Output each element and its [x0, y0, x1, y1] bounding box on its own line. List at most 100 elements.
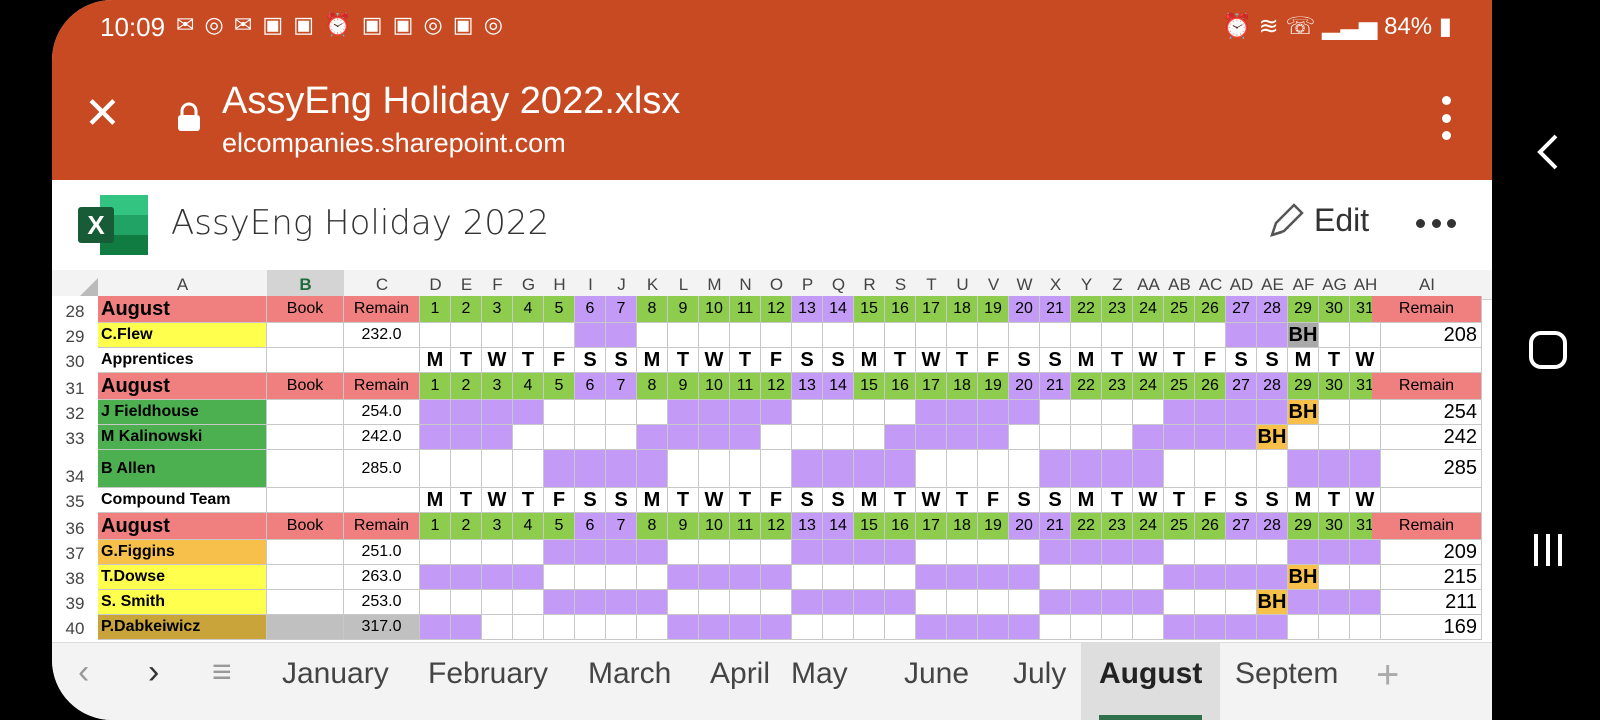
day-cell[interactable]	[1226, 425, 1257, 450]
day-number[interactable]: 8	[637, 296, 668, 323]
day-cell[interactable]	[1102, 400, 1133, 425]
spreadsheet-grid[interactable]: A B C D E F G H I J K L M N O P Q R S T U V W X Y Z AA AB AC AD AE AF AG…	[52, 270, 1492, 642]
person-name[interactable]: P.Dabkeiwicz	[98, 615, 267, 640]
day-cell[interactable]	[699, 400, 730, 425]
more-options-icon[interactable]	[1436, 96, 1456, 140]
day-cell[interactable]	[1040, 400, 1071, 425]
day-cell[interactable]	[761, 450, 792, 488]
day-cell[interactable]	[544, 540, 575, 565]
day-cell[interactable]	[1226, 540, 1257, 565]
day-cell[interactable]	[947, 590, 978, 615]
remain-value[interactable]: 253.0	[344, 590, 420, 615]
day-cell[interactable]	[606, 425, 637, 450]
day-cell[interactable]	[1009, 323, 1040, 348]
day-cell[interactable]	[699, 450, 730, 488]
month-label[interactable]: August	[98, 296, 267, 323]
day-cell[interactable]	[513, 450, 544, 488]
day-cell[interactable]	[668, 615, 699, 640]
row-number[interactable]: 39	[52, 590, 98, 615]
day-cell[interactable]	[916, 590, 947, 615]
day-number[interactable]: 23	[1102, 296, 1133, 323]
day-cell[interactable]	[761, 540, 792, 565]
day-cell[interactable]	[637, 450, 668, 488]
remain-header[interactable]: Remain	[344, 373, 420, 400]
day-number[interactable]: 27	[1226, 373, 1257, 400]
remain-header[interactable]: Remain	[1372, 296, 1482, 323]
day-cell[interactable]	[668, 425, 699, 450]
row-number[interactable]: 29	[52, 323, 98, 348]
day-cell[interactable]	[1009, 540, 1040, 565]
day-cell[interactable]	[1071, 450, 1102, 488]
weekday-letter[interactable]: S	[1040, 348, 1071, 373]
day-cell[interactable]	[1071, 565, 1102, 590]
weekday-letter[interactable]: M	[854, 348, 885, 373]
day-cell[interactable]	[513, 590, 544, 615]
day-cell[interactable]	[730, 615, 761, 640]
day-number[interactable]: 6	[575, 513, 606, 540]
day-cell[interactable]	[544, 425, 575, 450]
day-number[interactable]: 7	[606, 296, 637, 323]
weekday-letter[interactable]: F	[544, 348, 575, 373]
recents-icon[interactable]	[1532, 530, 1566, 570]
day-cell[interactable]	[978, 565, 1009, 590]
day-cell[interactable]	[1102, 590, 1133, 615]
day-cell[interactable]	[761, 565, 792, 590]
day-cell[interactable]	[1164, 450, 1195, 488]
weekday-letter[interactable]: W	[482, 348, 513, 373]
day-number[interactable]: 19	[978, 513, 1009, 540]
month-label[interactable]: August	[98, 513, 267, 540]
day-cell[interactable]	[1040, 615, 1071, 640]
day-cell[interactable]	[575, 323, 606, 348]
day-cell[interactable]	[420, 565, 451, 590]
day-number[interactable]: 5	[544, 296, 575, 323]
day-cell[interactable]	[792, 323, 823, 348]
remain-header[interactable]: Remain	[1372, 513, 1482, 540]
day-cell[interactable]	[1133, 615, 1164, 640]
day-cell[interactable]	[1102, 450, 1133, 488]
remain-total[interactable]: 169	[1372, 615, 1482, 640]
day-cell[interactable]	[699, 323, 730, 348]
row-number[interactable]: 37	[52, 540, 98, 565]
day-cell[interactable]	[978, 323, 1009, 348]
day-cell[interactable]	[1040, 450, 1071, 488]
day-number[interactable]: 10	[699, 296, 730, 323]
day-cell[interactable]	[792, 450, 823, 488]
remain-total[interactable]: 285	[1372, 450, 1482, 488]
row-number[interactable]: 33	[52, 425, 98, 450]
weekday-letter[interactable]: M	[637, 488, 668, 513]
day-cell[interactable]	[637, 400, 668, 425]
day-cell[interactable]	[1288, 615, 1319, 640]
day-cell[interactable]	[699, 565, 730, 590]
day-number[interactable]: 11	[730, 296, 761, 323]
sheet-tab-march[interactable]: March	[570, 643, 689, 720]
day-cell[interactable]	[792, 590, 823, 615]
day-cell[interactable]	[451, 540, 482, 565]
day-cell[interactable]	[1164, 615, 1195, 640]
day-number[interactable]: 26	[1195, 296, 1226, 323]
weekday-letter[interactable]: T	[947, 488, 978, 513]
day-cell[interactable]	[420, 425, 451, 450]
day-cell[interactable]	[1102, 425, 1133, 450]
day-cell[interactable]	[637, 540, 668, 565]
day-cell[interactable]	[668, 540, 699, 565]
day-number[interactable]: 23	[1102, 513, 1133, 540]
weekday-letter[interactable]: S	[823, 348, 854, 373]
day-cell[interactable]	[854, 450, 885, 488]
day-cell[interactable]	[823, 450, 854, 488]
book-cell[interactable]	[267, 540, 344, 565]
weekday-letter[interactable]: S	[792, 488, 823, 513]
day-cell[interactable]	[637, 425, 668, 450]
day-cell[interactable]	[947, 450, 978, 488]
row-number[interactable]: 38	[52, 565, 98, 590]
day-cell[interactable]	[1226, 323, 1257, 348]
weekday-letter[interactable]: W	[916, 488, 947, 513]
more-icon[interactable]	[1416, 217, 1456, 229]
remain-value[interactable]: 254.0	[344, 400, 420, 425]
day-cell[interactable]	[1257, 400, 1288, 425]
day-cell[interactable]	[792, 425, 823, 450]
sheet-tab-august[interactable]: August	[1081, 643, 1221, 720]
day-cell[interactable]	[1164, 425, 1195, 450]
weekday-letter[interactable]: S	[1257, 348, 1288, 373]
day-cell[interactable]	[1009, 400, 1040, 425]
day-cell[interactable]	[1040, 565, 1071, 590]
